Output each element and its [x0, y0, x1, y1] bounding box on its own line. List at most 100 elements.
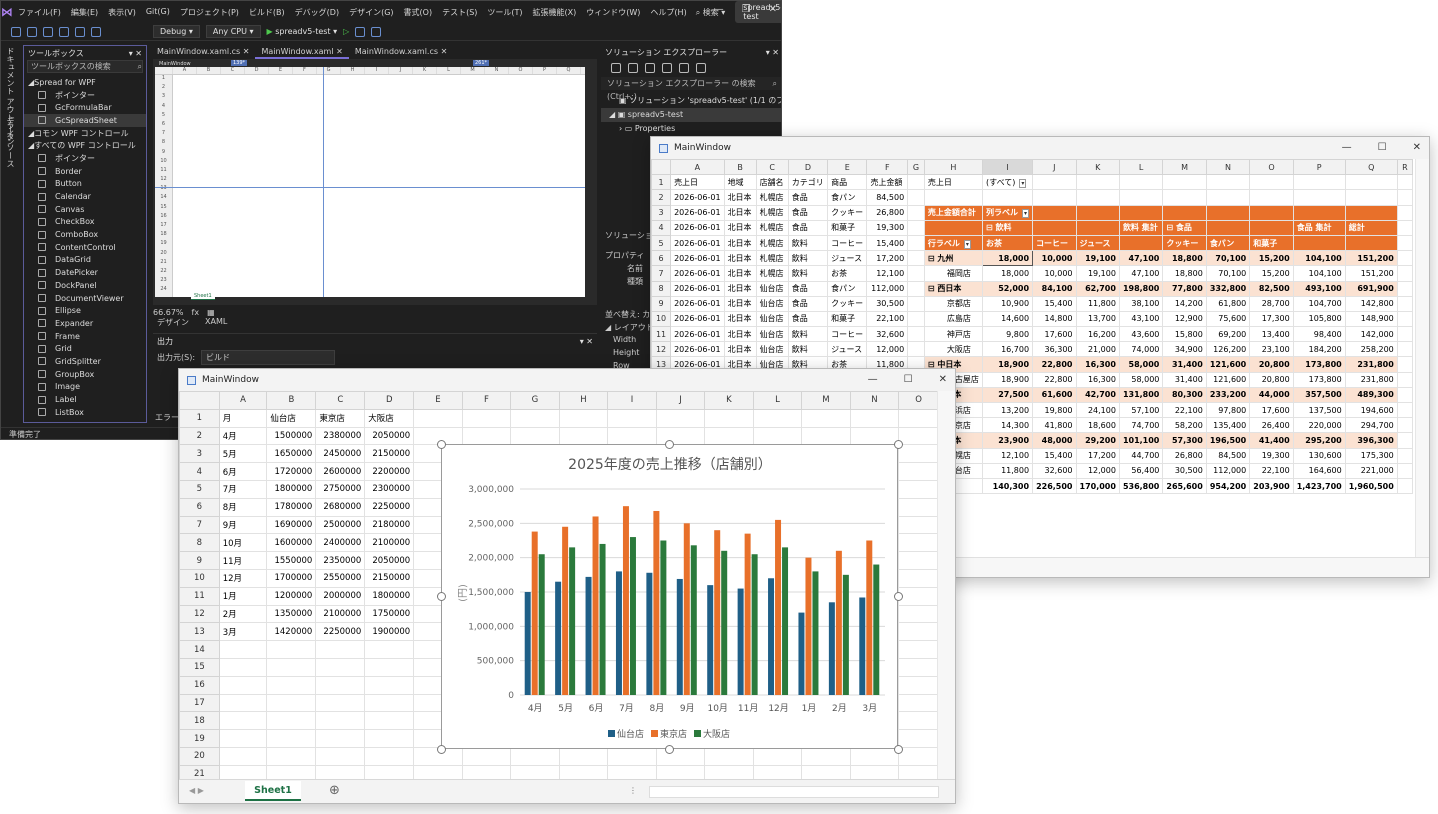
cell[interactable] — [849, 408, 900, 428]
pivot-cell[interactable]: 396,300 — [1344, 432, 1398, 449]
cell[interactable]: 1690000 — [266, 515, 317, 535]
pivot-cell[interactable]: 126,200 — [1205, 341, 1251, 358]
pivot-cell[interactable]: 18,000 — [982, 265, 1034, 282]
cell[interactable] — [266, 711, 317, 731]
menu-item[interactable]: デバッグ(D) — [290, 7, 344, 18]
toolbox-item[interactable]: DocumentViewer — [24, 292, 146, 305]
error-list-tab[interactable]: エラー — [155, 412, 179, 423]
bar[interactable] — [805, 557, 812, 695]
empty-cell[interactable] — [1344, 174, 1398, 191]
cell[interactable]: 仙台店 — [266, 408, 317, 428]
pivot-cell[interactable]: 29,200 — [1075, 432, 1120, 449]
pivot-cell[interactable]: 10,000 — [1032, 250, 1077, 267]
pivot-cell[interactable]: 16,300 — [1075, 371, 1120, 388]
bar[interactable] — [751, 554, 758, 695]
row-header[interactable]: 4 — [179, 462, 220, 481]
cell[interactable] — [752, 426, 803, 446]
grid-toggle-icon[interactable]: ▦ — [207, 308, 215, 317]
menu-item[interactable]: プロジェクト(P) — [175, 7, 244, 18]
raw-cell[interactable]: 2026-06-01 — [670, 219, 725, 236]
filter-dropdown-icon[interactable]: ▾ — [1019, 178, 1027, 188]
cell[interactable] — [218, 640, 268, 659]
cell[interactable] — [315, 640, 366, 659]
row-header[interactable]: 21 — [179, 764, 220, 779]
pivot-cell[interactable]: 47,100 — [1118, 265, 1164, 282]
pivot-cell[interactable]: 140,300 — [982, 477, 1034, 495]
pivot-cell[interactable]: 43,100 — [1118, 310, 1164, 328]
pivot-cell[interactable]: 295,200 — [1292, 432, 1346, 449]
document-tab[interactable]: MainWindow.xaml.cs ✕ — [349, 45, 453, 59]
pivot-cell[interactable]: 142,000 — [1344, 326, 1398, 343]
cell[interactable] — [461, 746, 512, 766]
raw-cell[interactable]: 飲料 — [787, 234, 829, 252]
pivot-cell[interactable]: 23,900 — [982, 432, 1034, 449]
toolbox-item[interactable]: Label — [24, 393, 146, 406]
bar[interactable] — [842, 574, 849, 695]
row-header[interactable]: 14 — [179, 640, 220, 659]
cell[interactable] — [849, 746, 900, 766]
collapse-icon[interactable]: ⊟ — [1166, 223, 1176, 232]
pivot-cell[interactable]: 20,800 — [1249, 356, 1294, 373]
se-back-icon[interactable] — [611, 63, 621, 73]
tab-close-icon[interactable]: ✕ — [438, 47, 448, 56]
pivot-cell[interactable]: 34,900 — [1162, 341, 1207, 358]
raw-cell[interactable]: 仙台店 — [755, 280, 789, 297]
toolbox-pane-buttons[interactable]: ▾ ✕ — [129, 49, 142, 58]
pivot-cell[interactable]: 105,800 — [1292, 310, 1346, 328]
pivot-cell[interactable]: 61,600 — [1032, 386, 1077, 404]
empty-cell[interactable] — [1249, 189, 1294, 206]
cell[interactable]: 2100000 — [315, 604, 366, 624]
cell[interactable]: 2100000 — [364, 533, 415, 553]
pivot-cell[interactable]: 58,000 — [1118, 371, 1164, 388]
cell[interactable] — [218, 729, 268, 748]
bar[interactable] — [683, 523, 690, 695]
cell[interactable] — [266, 693, 317, 713]
column-header[interactable]: I — [982, 159, 1034, 176]
pivot-cell[interactable]: 184,200 — [1292, 341, 1346, 358]
empty-cell[interactable] — [907, 326, 925, 343]
cell[interactable] — [364, 729, 415, 748]
pivot-cell[interactable]: 売上金額合計 — [923, 204, 984, 221]
column-header[interactable]: F — [461, 391, 512, 410]
cell[interactable] — [898, 764, 939, 779]
pivot-cell[interactable] — [1118, 204, 1164, 221]
row-header[interactable]: 11 — [179, 586, 220, 606]
column-header[interactable]: E — [413, 391, 463, 410]
row-header[interactable]: 20 — [179, 746, 220, 766]
empty-cell[interactable] — [1396, 477, 1413, 495]
raw-cell[interactable]: 食品 — [787, 280, 829, 297]
sheet-tab-sheet1[interactable]: Sheet1 — [245, 781, 301, 801]
bar[interactable] — [646, 572, 653, 695]
pivot-cell[interactable]: 14,600 — [982, 310, 1034, 328]
cell[interactable] — [898, 568, 939, 588]
raw-cell[interactable]: ジュース — [827, 341, 868, 358]
empty-cell[interactable] — [1292, 189, 1346, 206]
raw-cell[interactable]: 22,100 — [866, 310, 909, 328]
raw-cell[interactable]: 食品 — [787, 189, 829, 206]
raw-cell[interactable]: 食パン — [827, 280, 868, 297]
empty-cell[interactable] — [907, 265, 925, 282]
column-header[interactable]: J — [655, 391, 706, 410]
cell[interactable]: 2450000 — [315, 444, 366, 464]
pivot-cell[interactable]: 151,200 — [1344, 265, 1398, 282]
xaml-tab[interactable]: XAML — [205, 317, 227, 328]
bar[interactable] — [615, 571, 622, 695]
pivot-cell[interactable]: 47,100 — [1118, 250, 1164, 267]
cell[interactable] — [218, 693, 268, 713]
pivot-cell[interactable]: 493,100 — [1292, 280, 1346, 297]
se-settings-icon[interactable] — [696, 63, 706, 73]
document-tab[interactable]: MainWindow.xaml ✕ — [255, 45, 349, 59]
pivot-cell[interactable]: 258,200 — [1344, 341, 1398, 358]
cell[interactable]: 9月 — [218, 515, 268, 535]
pivot-cell[interactable]: 97,800 — [1205, 401, 1251, 419]
raw-cell[interactable]: 19,300 — [866, 219, 909, 236]
column-header[interactable]: N — [1205, 159, 1251, 176]
cell[interactable]: 1800000 — [364, 586, 415, 606]
bar[interactable] — [524, 592, 531, 695]
cell[interactable] — [510, 746, 560, 766]
raw-cell[interactable]: 26,800 — [866, 204, 909, 221]
cell[interactable]: 月 — [218, 408, 268, 428]
row-header[interactable]: 2 — [651, 189, 672, 206]
pivot-cell[interactable]: 22,100 — [1162, 401, 1207, 419]
cell[interactable]: 3月 — [218, 622, 268, 642]
